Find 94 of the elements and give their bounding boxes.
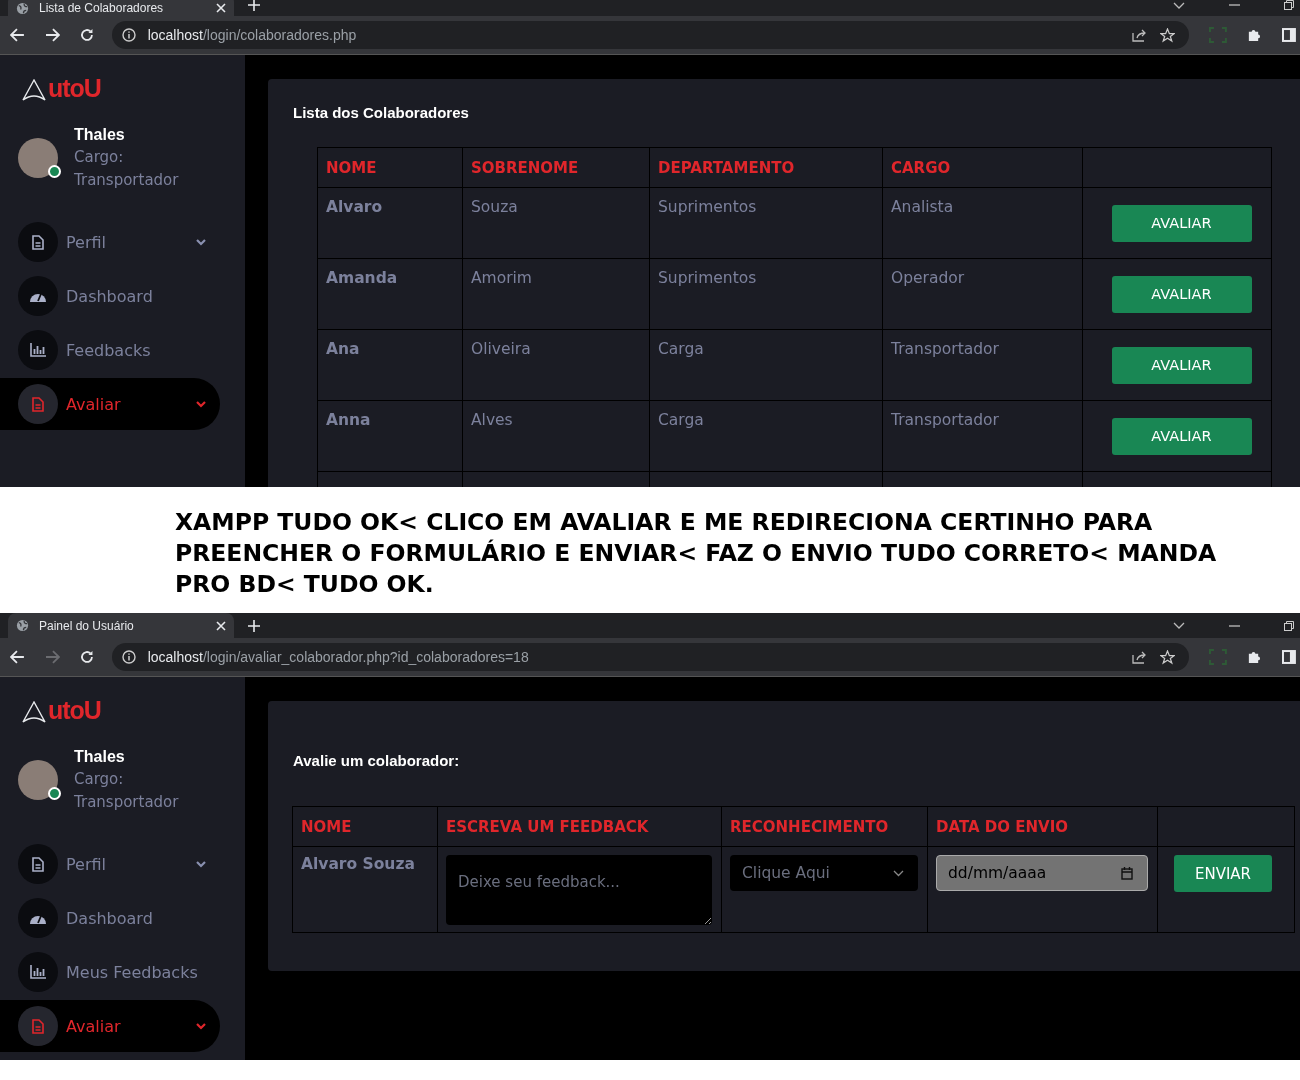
table-cell: Anna (317, 400, 463, 472)
table-cell: Analista (882, 187, 1083, 259)
table-cell: Amanda (317, 258, 463, 330)
restore-icon[interactable] (1284, 0, 1294, 10)
close-icon[interactable] (216, 3, 226, 13)
card-title: Avalie um colaborador: (293, 752, 460, 769)
info-icon (121, 28, 136, 42)
side-panel-icon[interactable] (1282, 28, 1296, 42)
back-arrow-icon[interactable] (10, 28, 25, 42)
browser-tab[interactable]: Lista de Colaboradores (8, 0, 234, 16)
column-header: DATA DO ENVIO (927, 806, 1158, 847)
column-header: NOME (292, 806, 438, 847)
chevron-down-icon[interactable] (1173, 1, 1185, 9)
dotted-frame-icon[interactable] (1209, 27, 1228, 43)
column-header: SOBRENOME (462, 147, 650, 188)
close-icon[interactable] (216, 620, 226, 631)
dotted-frame-icon[interactable] (1209, 649, 1228, 665)
address-bar[interactable]: localhost/login/colaboradores.php (111, 21, 1190, 49)
table-cell: Suprimentos (649, 258, 883, 330)
table-cell: Alves (462, 400, 650, 472)
chevron-down-icon[interactable] (1173, 622, 1185, 629)
minimize-icon[interactable] (1229, 624, 1240, 627)
date-field[interactable]: dd/mm/aaaa (936, 855, 1148, 891)
url-text: localhost/login/avaliar_colaborador.php?id_colaboradores=18 (147, 649, 529, 665)
table-cell: Transportador (882, 329, 1083, 401)
tab-title: Painel do Usuário (39, 618, 135, 633)
table-cell: Oliveira (462, 329, 650, 401)
role-label: Cargo: (74, 769, 125, 790)
role-value: Transportador (74, 792, 179, 813)
reload-icon[interactable] (79, 28, 94, 42)
avaliar-button[interactable]: AVALIAR (1111, 204, 1252, 242)
address-bar[interactable]: localhost/login/avaliar_colaborador.php?id_colaboradores=18 (111, 643, 1190, 671)
puzzle-icon[interactable] (1247, 649, 1263, 665)
column-header: CARGO (882, 147, 1083, 188)
table-cell: Suprimentos (649, 187, 883, 259)
table-cell: Amorim (462, 258, 650, 330)
reload-icon[interactable] (79, 650, 94, 664)
chevron-down-icon (893, 869, 904, 877)
puzzle-icon[interactable] (1247, 27, 1263, 43)
column-header: ESCREVA UM FEEDBACK (437, 806, 722, 847)
role-label: Cargo: (74, 147, 125, 168)
tab-title: Lista de Colaboradores (39, 1, 165, 15)
document-icon (32, 1018, 44, 1034)
nav-item[interactable]: Avaliar (0, 378, 220, 430)
avaliar-button[interactable]: AVALIAR (1111, 346, 1252, 384)
side-panel-icon[interactable] (1282, 650, 1296, 664)
triangle-logo-icon (22, 701, 46, 723)
triangle-logo-icon (22, 79, 46, 101)
nav-item[interactable]: Dashboard (0, 270, 220, 322)
nav-item[interactable]: Avaliar (0, 1000, 220, 1052)
plus-icon[interactable] (248, 619, 260, 632)
table-cell: Carga (649, 400, 883, 472)
star-icon[interactable] (1160, 27, 1176, 43)
globe-icon (16, 619, 29, 632)
info-icon (121, 650, 136, 664)
bar-chart-icon (30, 965, 46, 979)
table-cell: Transportador (882, 400, 1083, 472)
table-cell: Operador (882, 258, 1083, 330)
back-arrow-icon[interactable] (10, 650, 25, 664)
nav-item[interactable]: Perfil (0, 216, 220, 268)
table-cell: Souza (462, 187, 650, 259)
document-icon (32, 856, 44, 872)
restore-icon[interactable] (1284, 620, 1294, 631)
brand-name: utoU (48, 76, 101, 101)
column-header: RECONHECIMENTO (721, 806, 928, 847)
column-header: NOME (317, 147, 463, 188)
table-cell: Ana (317, 329, 463, 401)
role-value: Transportador (74, 170, 179, 191)
browser-tab[interactable]: Painel do Usuário (8, 613, 234, 638)
nav-item[interactable]: Dashboard (0, 892, 220, 944)
avaliar-button[interactable]: AVALIAR (1111, 275, 1252, 313)
table-cell: Carga (649, 329, 883, 401)
nav-item[interactable]: Meus Feedbacks (0, 946, 220, 998)
globe-icon (16, 1, 29, 15)
calendar-icon (1121, 866, 1133, 880)
plus-icon[interactable] (248, 0, 260, 11)
document-icon (32, 234, 44, 250)
bar-chart-icon (30, 343, 46, 357)
send-button[interactable]: ENVIAR (1174, 855, 1272, 892)
user-name: Thales (74, 125, 126, 145)
recognition-dropdown[interactable]: Clique Aqui (730, 855, 918, 891)
user-name: Thales (74, 747, 126, 767)
feedback-textarea[interactable]: Deixe seu feedback... (446, 855, 712, 925)
card-title: Lista dos Colaboradores (293, 104, 469, 121)
star-icon[interactable] (1160, 649, 1176, 665)
document-icon (32, 396, 44, 412)
nav-item[interactable]: Feedbacks (0, 324, 220, 376)
avaliar-button[interactable]: AVALIAR (1111, 417, 1252, 455)
url-text: localhost/login/colaboradores.php (147, 27, 357, 43)
brand-name: utoU (48, 698, 101, 723)
column-header: DEPARTAMENTO (649, 147, 883, 188)
table-cell: Alvaro Souza (292, 846, 438, 933)
nav-item[interactable]: Perfil (0, 838, 220, 890)
table-cell: Alvaro (317, 187, 463, 259)
